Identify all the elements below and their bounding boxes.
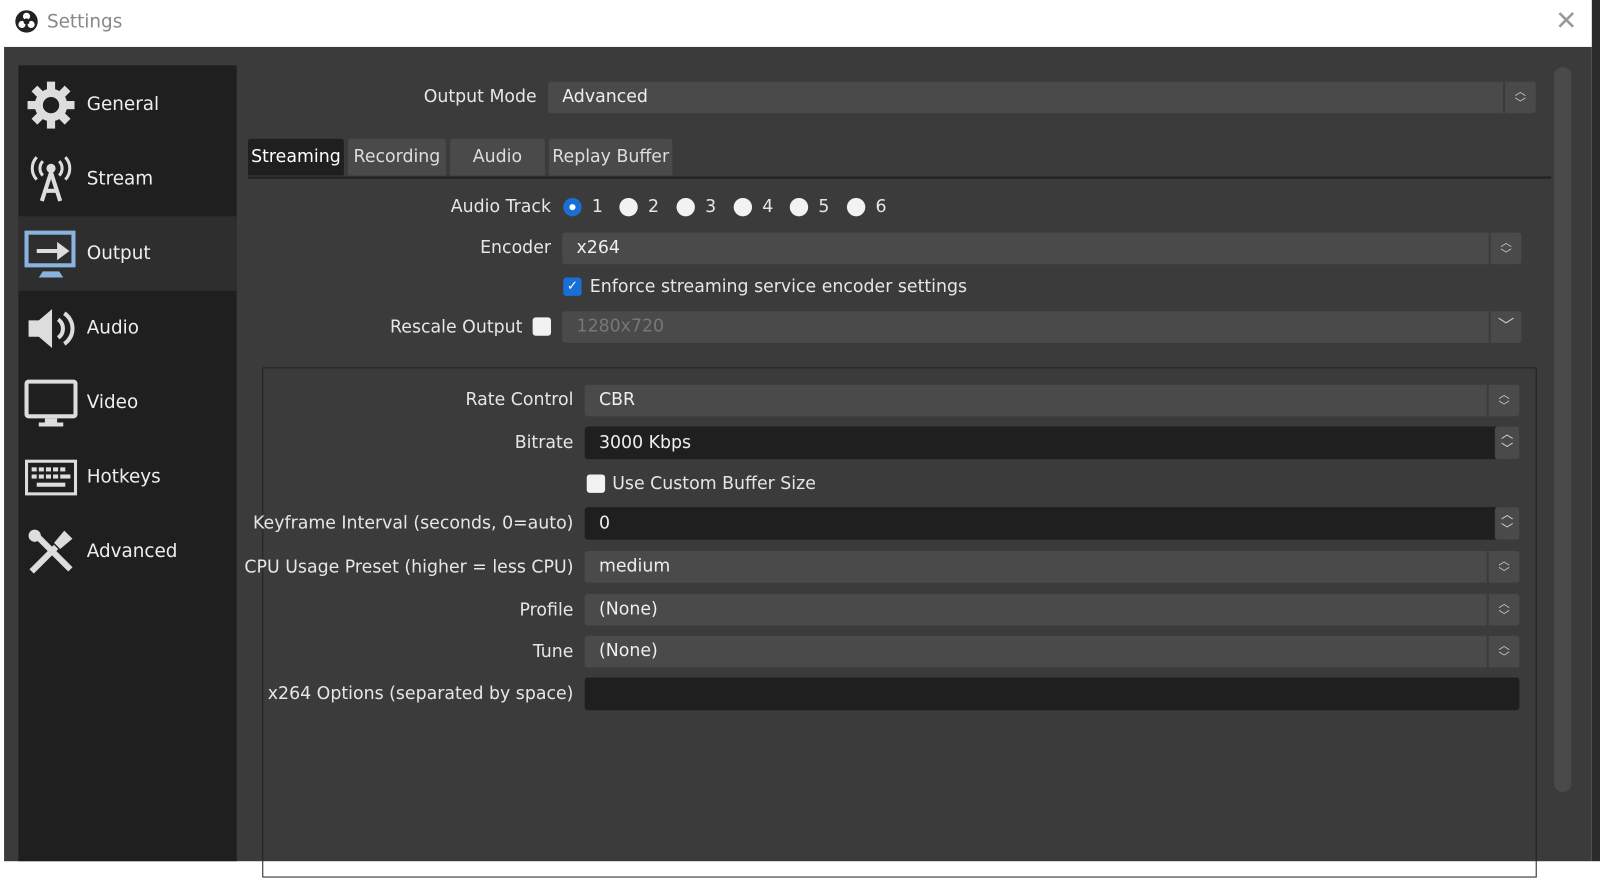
radio-label: 4 [762,196,774,218]
updown-arrows-icon: ︿ ﹀ [1486,593,1520,626]
updown-arrows-icon: ︿ ﹀ [1488,232,1522,265]
window-title: Settings [46,11,123,33]
updown-arrows-icon: ︿ ﹀ [1486,384,1520,417]
tune-label: Tune [532,641,574,663]
sidebar-item-label: Advanced [86,540,178,563]
tune-value: (None) [598,640,658,662]
sidebar-item-label: Audio [86,317,139,339]
obs-logo-icon [15,10,38,33]
spin-arrows-icon[interactable]: ︿ ﹀ [1494,426,1520,460]
profile-label: Profile [519,599,574,621]
radio-label: 2 [647,196,660,218]
rescale-output-checkbox[interactable] [532,317,552,336]
audio-track-label: Audio Track [450,196,552,218]
bitrate-value: 3000 Kbps [598,432,692,454]
keyframe-interval-label: Keyframe Interval (seconds, 0=auto) [253,513,574,534]
tab-audio[interactable]: Audio [449,138,545,176]
gear-icon [23,77,78,132]
tab-divider [247,176,1552,179]
sidebar-item-label: Hotkeys [86,466,161,488]
sidebar-item-hotkeys[interactable]: Hotkeys [18,440,236,514]
keyframe-interval-value: 0 [598,513,611,534]
updown-arrows-icon: ︿ ﹀ [1503,81,1536,114]
rate-control-label: Rate Control [465,389,574,411]
radio-label: 3 [705,196,717,218]
output-mode-label: Output Mode [423,86,537,108]
audio-track-radio-4[interactable] [733,197,753,217]
radio-label: 5 [818,196,830,218]
rate-control-select[interactable]: CBR ︿ ﹀ [584,384,1520,417]
cpu-preset-value: medium [598,556,671,577]
window-edge [1591,0,1600,862]
sidebar-item-label: Output [86,242,151,265]
close-button[interactable]: ✕ [1555,6,1577,37]
x264-options-input[interactable] [584,677,1520,711]
updown-arrows-icon: ︿ ﹀ [1486,551,1520,583]
audio-track-radio-6[interactable] [846,197,866,217]
spin-arrows-icon[interactable]: ︿ ﹀ [1494,507,1520,540]
tune-select[interactable]: (None) ︿ ﹀ [584,635,1520,668]
profile-value: (None) [598,598,658,620]
sidebar-item-label: Video [86,391,139,414]
chevron-down-icon: ﹀ [1488,311,1522,343]
sidebar-item-stream[interactable]: Stream [18,142,236,216]
output-mode-value: Advanced [562,86,648,108]
audio-track-radio-2[interactable] [619,197,638,217]
tab-recording[interactable]: Recording [347,138,446,176]
scrollbar[interactable] [1554,67,1572,792]
sidebar-item-output[interactable]: Output [18,216,237,291]
keyframe-interval-spinbox[interactable]: 0 ︿ ﹀ [584,507,1520,540]
updown-arrows-icon: ︿ ﹀ [1486,635,1520,668]
radio-label: 1 [591,196,603,218]
encoder-label: Encoder [480,237,552,259]
tab-streaming[interactable]: Streaming [247,138,344,176]
bitrate-spinbox[interactable]: 3000 Kbps ︿ ﹀ [584,426,1520,460]
sidebar-item-label: Stream [86,168,154,190]
profile-select[interactable]: (None) ︿ ﹀ [584,593,1520,626]
cpu-preset-label: CPU Usage Preset (higher = less CPU) [244,557,574,578]
audio-track-radio-5[interactable] [789,197,809,217]
rescale-resolution-select: 1280x720 ﹀ [562,311,1522,343]
monitor-icon [23,375,78,430]
sidebar-item-video[interactable]: Video [18,365,236,439]
tools-icon [23,524,78,579]
enforce-settings-label: Enforce streaming service encoder settin… [589,276,968,297]
enforce-settings-checkbox[interactable]: ✓ [563,277,582,296]
speaker-icon [23,301,78,356]
audio-track-radio-1[interactable] [563,197,582,217]
tab-replay-buffer[interactable]: Replay Buffer [548,138,673,176]
rescale-output-label: Rescale Output [390,317,523,338]
antenna-icon [23,152,78,207]
custom-buffer-label: Use Custom Buffer Size [612,473,816,494]
monitor-arrow-icon [23,226,78,281]
audio-track-radio-3[interactable] [676,197,695,217]
x264-options-label: x264 Options (separated by space) [267,683,574,705]
rescale-resolution-value: 1280x720 [576,316,665,337]
title-bar: Settings ✕ [0,0,1592,47]
sidebar-item-audio[interactable]: Audio [18,291,236,365]
keyboard-icon [23,449,78,504]
custom-buffer-checkbox[interactable] [586,474,606,493]
encoder-value: x264 [576,237,620,259]
sidebar-item-general[interactable]: General [18,67,236,141]
output-mode-select[interactable]: Advanced ︿ ﹀ [547,81,1536,114]
sidebar-item-label: General [86,93,160,116]
radio-label: 6 [875,196,887,218]
cpu-preset-select[interactable]: medium ︿ ﹀ [584,551,1520,583]
bitrate-label: Bitrate [514,432,574,454]
rate-control-value: CBR [598,389,636,411]
encoder-select[interactable]: x264 ︿ ﹀ [562,232,1522,265]
sidebar: General Stream Output Audio Video Hotkey… [18,65,237,862]
sidebar-item-advanced[interactable]: Advanced [18,514,236,588]
